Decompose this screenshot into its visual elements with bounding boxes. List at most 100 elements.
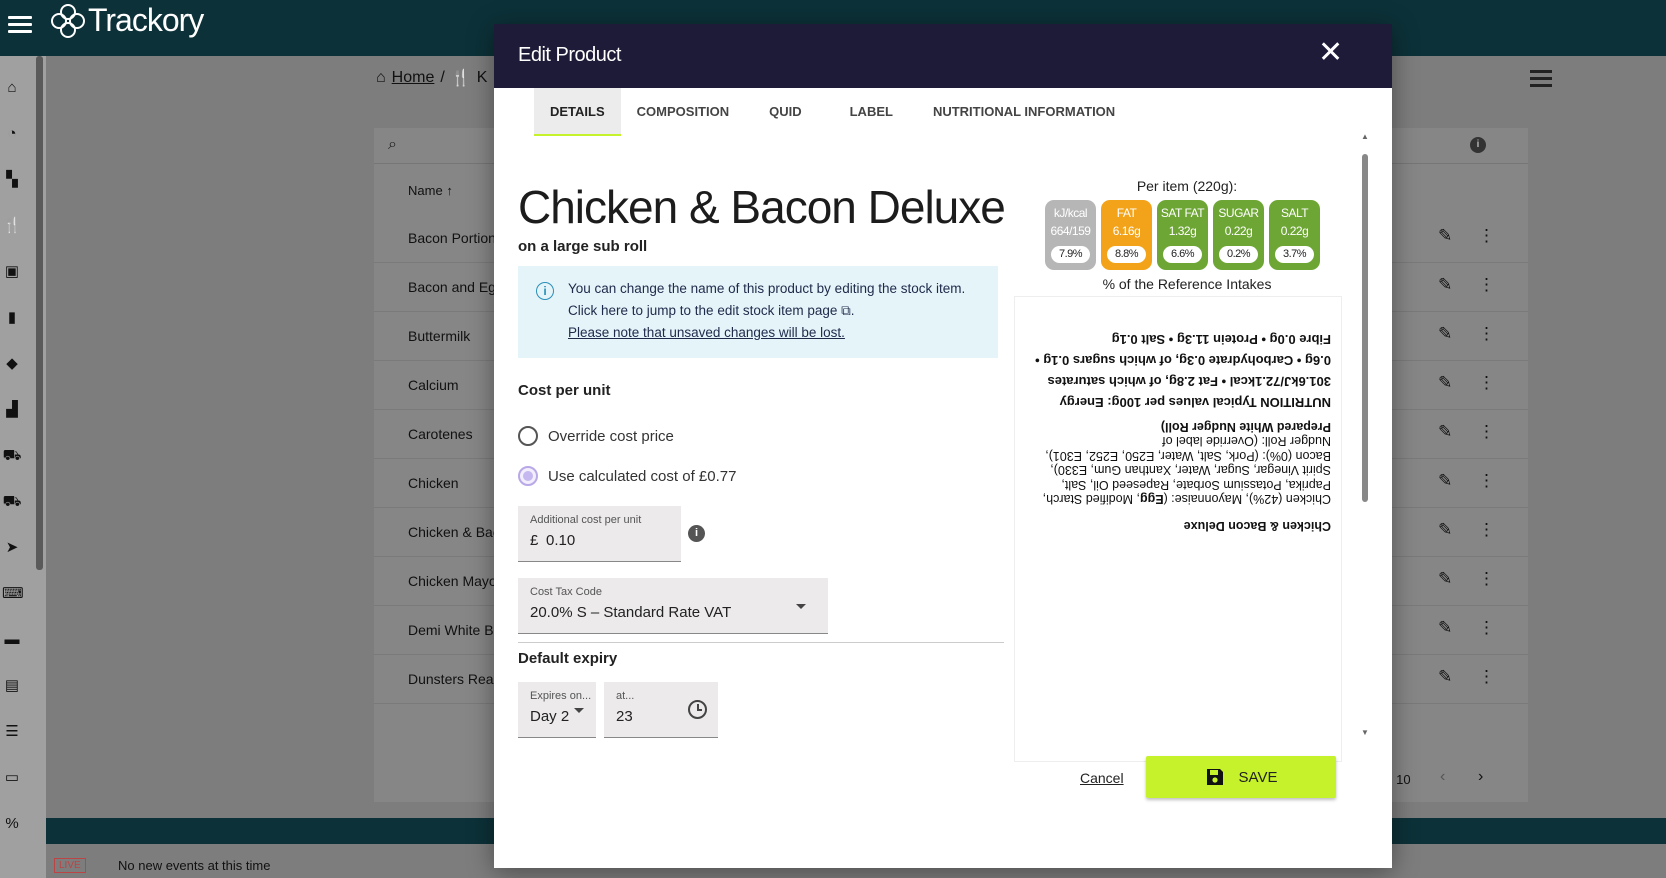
edit-pencil-icon[interactable]: ✎ (1438, 569, 1452, 589)
edit-stock-link-text[interactable]: Click here to jump to the edit stock ite… (568, 303, 837, 318)
more-vert-icon[interactable]: ⋮ (1478, 226, 1495, 246)
truck-icon[interactable]: ⛟ (2, 492, 22, 512)
tab-label[interactable]: LABEL (826, 88, 917, 136)
info-line-2[interactable]: Click here to jump to the edit stock ite… (568, 300, 998, 322)
monitor-icon[interactable]: ▣ (2, 262, 22, 282)
info-icon[interactable]: i (1470, 137, 1486, 153)
trolley-icon[interactable]: ⛟ (2, 446, 22, 466)
dialog-header: Edit Product ✕ (494, 24, 1392, 88)
more-vert-icon[interactable]: ⋮ (1478, 324, 1495, 344)
cost-tax-code-select[interactable]: Cost Tax Code 20.0% S – Standard Rate VA… (518, 578, 828, 634)
edit-pencil-icon[interactable]: ✎ (1438, 471, 1452, 491)
edit-product-dialog: Edit Product ✕ DETAILS COMPOSITION QUID … (494, 24, 1392, 868)
book-icon[interactable]: ▮ (2, 308, 22, 328)
card-icon[interactable]: ▬ (2, 630, 22, 650)
send-icon[interactable]: ➤ (2, 538, 22, 558)
hamburger-menu-icon[interactable] (8, 12, 32, 36)
nav-scrollbar[interactable] (36, 56, 43, 570)
more-vert-icon[interactable]: ⋮ (1478, 275, 1495, 295)
dialog-scrollbar[interactable]: ▲ ▼ (1360, 132, 1370, 740)
additional-cost-label: Additional cost per unit (530, 514, 642, 526)
badge-value: 1.32g (1168, 224, 1197, 238)
override-cost-radio[interactable]: Override cost price (518, 426, 674, 446)
product-name: Chicken & Bacon Deluxe (518, 181, 1006, 233)
calculated-cost-radio[interactable]: Use calculated cost of £0.77 (518, 466, 736, 486)
tab-details[interactable]: DETAILS (534, 88, 621, 136)
name-column-header[interactable]: Name ↑ (408, 183, 453, 198)
per-item-caption: Per item (220g): (1136, 178, 1238, 194)
scroll-thumb[interactable] (1362, 154, 1368, 502)
tab-quid[interactable]: QUID (745, 88, 826, 136)
more-vert-icon[interactable]: ⋮ (1478, 373, 1495, 393)
edit-pencil-icon[interactable]: ✎ (1438, 667, 1452, 687)
scroll-down-icon[interactable]: ▼ (1361, 728, 1369, 737)
save-button[interactable]: SAVE (1146, 756, 1336, 798)
edit-pencil-icon[interactable]: ✎ (1438, 324, 1452, 344)
page-menu-icon[interactable] (1530, 66, 1552, 91)
tab-nutritional-information[interactable]: NUTRITIONAL INFORMATION (917, 88, 1131, 136)
more-vert-icon[interactable]: ⋮ (1478, 471, 1495, 491)
cancel-button[interactable]: Cancel (1080, 770, 1124, 786)
cutlery-icon[interactable]: 🍴 (2, 216, 22, 236)
name-header-label: Name (408, 183, 443, 198)
at-value[interactable]: 23 (616, 708, 633, 725)
nutrition-badges: kJ/kcal 664/159 7.9% FAT 6.16g 8.8% SAT FAT 1.3… (1045, 200, 1320, 270)
expiry-time-field[interactable]: at... 23 (604, 682, 718, 738)
unsaved-changes-note[interactable]: Please note that unsaved changes will be… (568, 325, 845, 340)
info-line-1: You can change the name of this product … (568, 281, 966, 296)
edit-pencil-icon[interactable]: ✎ (1438, 520, 1452, 540)
allergen-text: Egg (1139, 492, 1164, 507)
scroll-up-icon[interactable]: ▲ (1361, 132, 1369, 141)
next-page-icon[interactable]: › (1478, 768, 1483, 786)
tag-icon[interactable]: ◆ (2, 354, 22, 374)
brand-logo[interactable]: Trackory (50, 2, 204, 39)
more-vert-icon[interactable]: ⋮ (1478, 422, 1495, 442)
nutrition-badge: SUGAR 0.22g 0.2% (1213, 200, 1264, 270)
additional-cost-field[interactable]: Additional cost per unit £ 0.10 (518, 506, 681, 562)
breadcrumb-home-link[interactable]: Home (392, 69, 435, 87)
radio-checked[interactable] (518, 466, 538, 486)
percent-icon[interactable]: % (2, 814, 22, 834)
save-label: SAVE (1238, 768, 1278, 786)
tab-composition[interactable]: COMPOSITION (621, 88, 745, 136)
search-icon[interactable]: ⌕ (388, 136, 397, 154)
edit-pencil-icon[interactable]: ✎ (1438, 373, 1452, 393)
additional-cost-input[interactable]: 0.10 (546, 532, 575, 549)
edit-pencil-icon[interactable]: ✎ (1438, 275, 1452, 295)
clipboard-icon[interactable]: ▤ (2, 676, 22, 696)
radio-unchecked[interactable] (518, 426, 538, 446)
nutrition-badge: SALT 0.22g 3.7% (1269, 200, 1320, 270)
list-icon[interactable]: ☰ (2, 722, 22, 742)
expires-on-select[interactable]: Expires on... Day 2 (518, 682, 596, 738)
more-vert-icon[interactable]: ⋮ (1478, 569, 1495, 589)
factory-icon[interactable]: ▟ (2, 400, 22, 420)
chevron-down-icon[interactable] (796, 604, 806, 609)
badge-percent: 8.8% (1107, 246, 1146, 263)
chevron-down-icon[interactable] (574, 708, 584, 713)
at-label: at... (616, 690, 635, 702)
close-icon[interactable]: ✕ (1318, 38, 1343, 68)
badge-nutrient: SALT (1280, 206, 1309, 220)
more-vert-icon[interactable]: ⋮ (1478, 667, 1495, 687)
edit-pencil-icon[interactable]: ✎ (1438, 226, 1452, 246)
more-vert-icon[interactable]: ⋮ (1478, 520, 1495, 540)
clock-icon[interactable] (688, 700, 707, 719)
label-prepared: Prepared White Nudger Roll) (1160, 420, 1331, 434)
edit-pencil-icon[interactable]: ✎ (1438, 618, 1452, 638)
expires-on-value: Day 2 (530, 708, 570, 725)
desktop-icon[interactable]: ▭ (2, 768, 22, 788)
prev-page-icon[interactable]: ‹ (1440, 768, 1445, 786)
home-icon[interactable]: ⌂ (2, 78, 22, 98)
external-link-icon[interactable]: ⧉ (841, 303, 851, 318)
badge-value: 0.22g (1280, 224, 1309, 238)
edit-pencil-icon[interactable]: ✎ (1438, 422, 1452, 442)
keyboard-icon[interactable]: ⌨ (2, 584, 24, 604)
left-nav-rail: ⌂ ◔ ▚ 🍴 ▣ ▮ ◆ ▟ ⛟ ⛟ ➤ ⌨ ▬ ▤ ☰ ▭ % (0, 56, 46, 878)
breadcrumb: ⌂ Home / 🍴 K (376, 68, 487, 88)
more-vert-icon[interactable]: ⋮ (1478, 618, 1495, 638)
product-subtitle: on a large sub roll (518, 238, 648, 255)
dashboard-icon[interactable]: ◔ (2, 124, 22, 144)
stock-icon[interactable]: ▚ (2, 170, 22, 190)
info-icon[interactable]: i (688, 525, 705, 542)
badge-percent: 3.7% (1275, 246, 1314, 263)
